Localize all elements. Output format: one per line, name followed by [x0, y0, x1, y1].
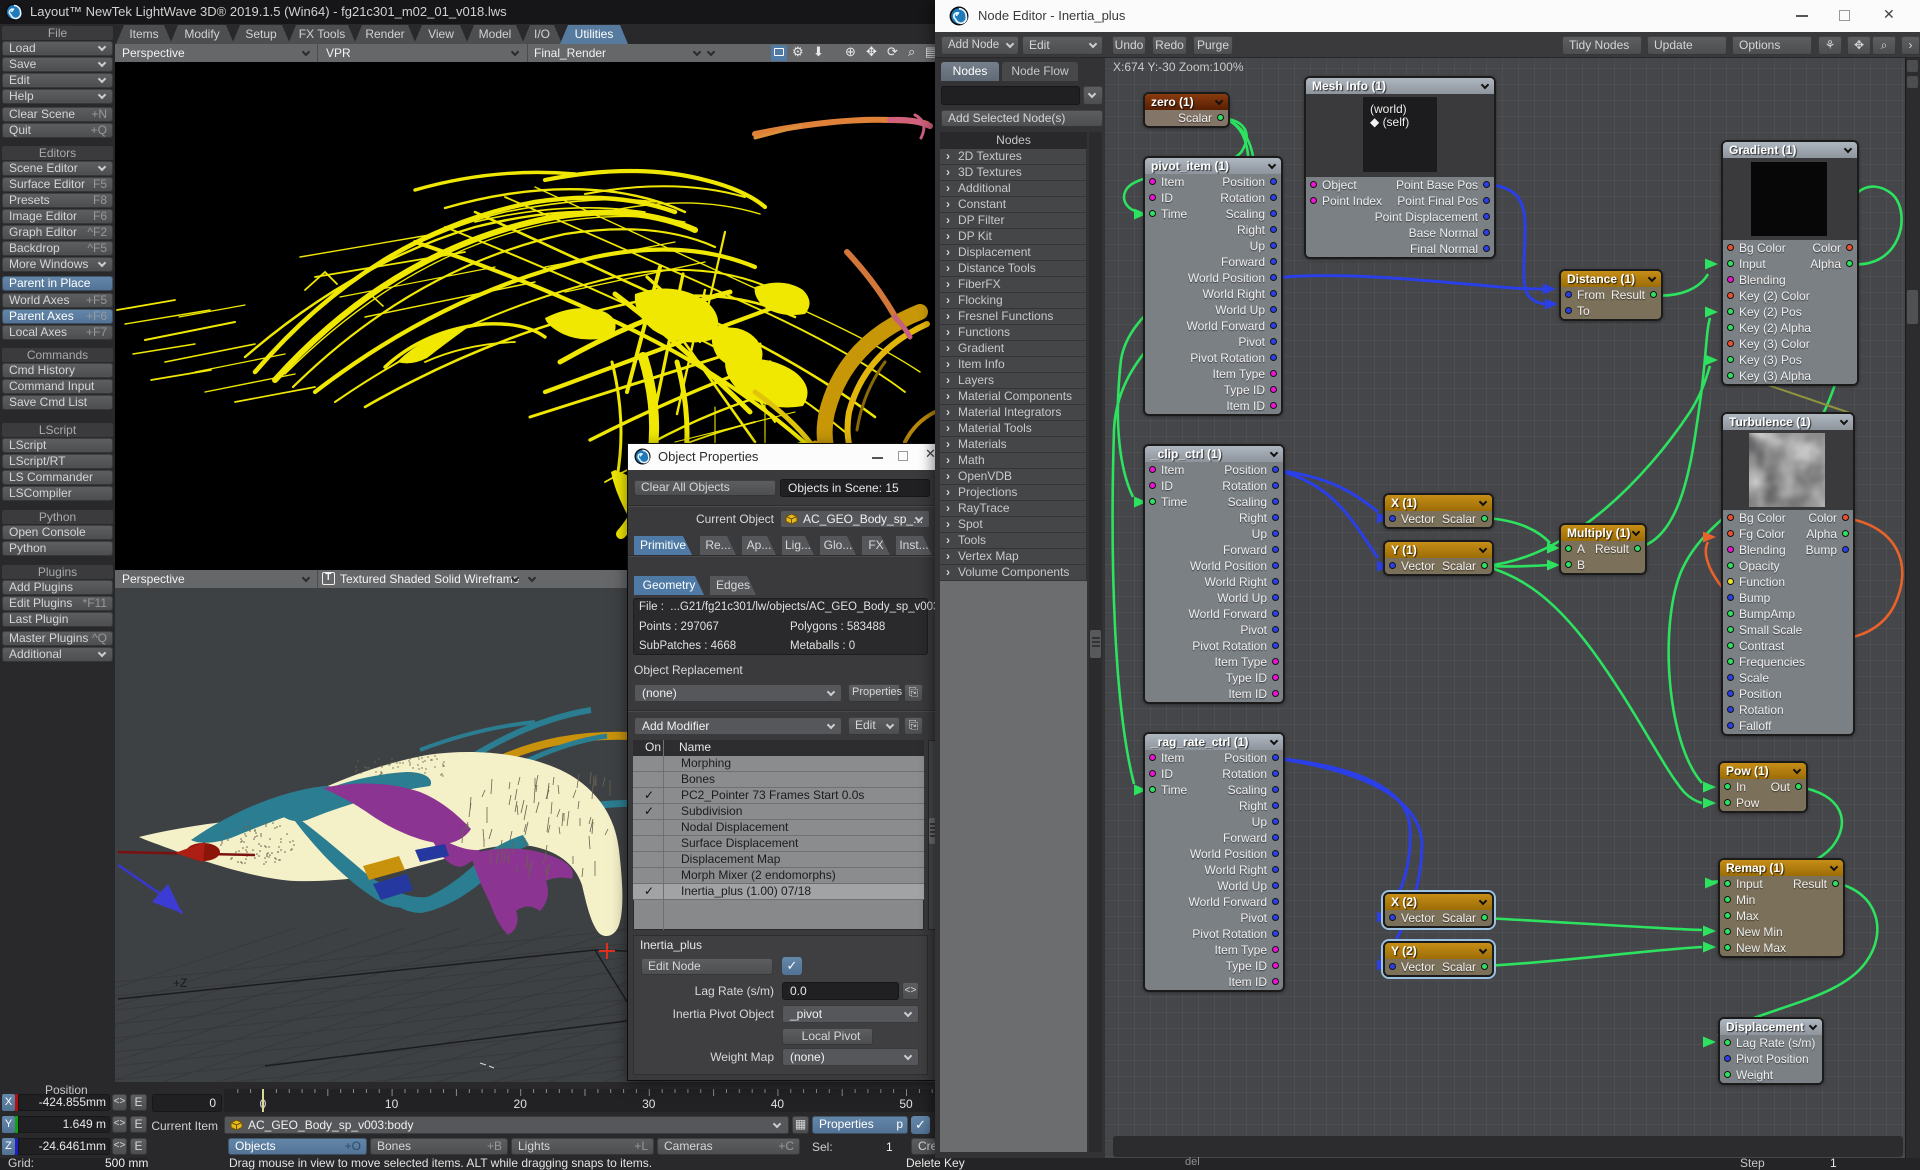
svg-text:40: 40 — [771, 1097, 785, 1111]
svg-text:+Z: +Z — [173, 976, 187, 990]
svg-text:50: 50 — [899, 1097, 913, 1111]
svg-text:10: 10 — [385, 1097, 399, 1111]
svg-text:20: 20 — [514, 1097, 528, 1111]
svg-text:30: 30 — [642, 1097, 656, 1111]
